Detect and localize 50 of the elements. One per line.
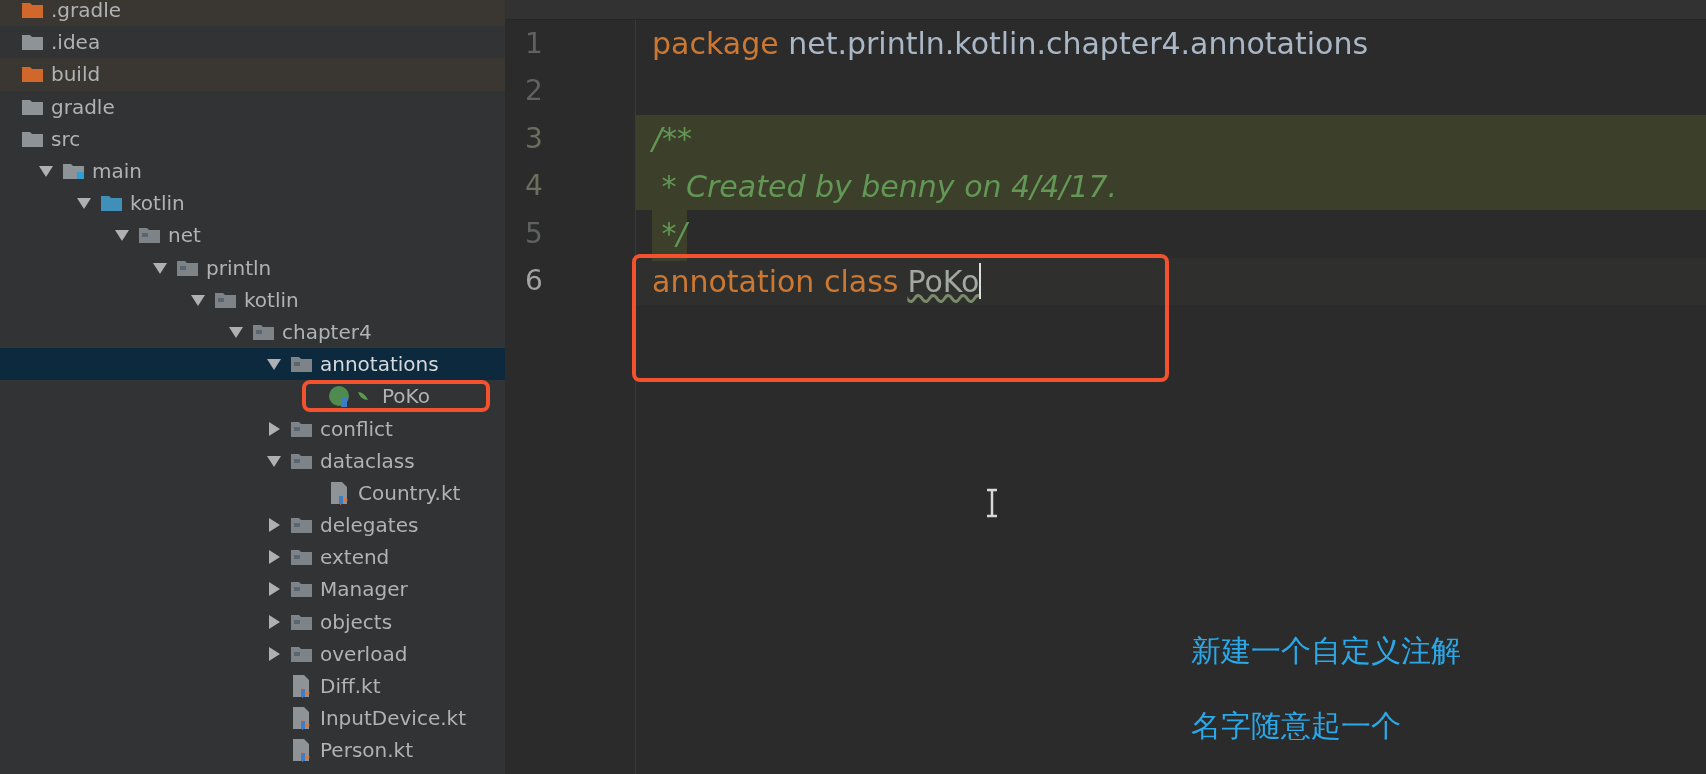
- code-text: net.println.kotlin.chapter4.annotations: [787, 25, 1369, 64]
- tree-item[interactable]: net: [0, 219, 505, 252]
- tree-item[interactable]: gradle: [0, 90, 505, 123]
- tree-item[interactable]: Country.kt: [0, 476, 505, 509]
- tree-item[interactable]: extend: [0, 541, 505, 574]
- folder-icon: [62, 161, 86, 182]
- tree-item[interactable]: Person.kt: [0, 734, 505, 767]
- folder-icon: [21, 32, 45, 53]
- text-caret: [979, 263, 982, 300]
- caption-text: 名字随意起一个: [1191, 707, 1401, 745]
- tree-item[interactable]: chapter4: [0, 315, 505, 349]
- tree-item[interactable]: kotlin: [0, 283, 505, 316]
- caption-text: 新建一个自定义注解: [1191, 632, 1461, 670]
- folder-icon: [290, 515, 314, 536]
- text-cursor-icon: [985, 488, 999, 518]
- tree-item[interactable]: main: [0, 154, 505, 188]
- code-keyword: package: [652, 25, 779, 64]
- folder-icon: [100, 193, 124, 214]
- tree-item[interactable]: overload: [0, 637, 505, 670]
- tree-item[interactable]: conflict: [0, 412, 505, 445]
- tree-item[interactable]: .gradle: [0, 0, 505, 27]
- folder-icon: [21, 64, 45, 85]
- tree-item[interactable]: Diff.kt: [0, 669, 505, 703]
- tree-item[interactable]: dataclass: [0, 444, 505, 477]
- tree-item[interactable]: InputDevice.kt: [0, 702, 505, 735]
- tree-item[interactable]: Manager: [0, 573, 505, 606]
- folder-icon: [138, 225, 162, 246]
- tree-item[interactable]: kotlin: [0, 187, 505, 220]
- line-number: 1: [525, 25, 543, 62]
- folder-icon: [290, 579, 314, 600]
- line-number: 5: [525, 215, 543, 252]
- tree-item[interactable]: build: [0, 58, 505, 91]
- tree-item[interactable]: println: [0, 251, 505, 284]
- tree-item[interactable]: annotations: [0, 348, 505, 381]
- tree-item[interactable]: PoKo: [0, 380, 505, 413]
- folder-icon: [290, 547, 314, 568]
- code-comment: /**: [652, 120, 693, 159]
- code-comment: * Created by benny on 4/4/17.: [660, 167, 1118, 206]
- line-number: 6: [525, 263, 543, 300]
- code-text: PoKo: [907, 262, 980, 301]
- code-keyword: annotation class: [652, 262, 899, 301]
- folder-icon: [290, 354, 314, 375]
- tree-item[interactable]: .idea: [0, 26, 505, 59]
- tree-item[interactable]: src: [0, 122, 505, 155]
- folder-icon: [21, 0, 45, 21]
- tree-item[interactable]: delegates: [0, 509, 505, 542]
- line-number: 4: [525, 168, 543, 205]
- line-number: 3: [525, 120, 543, 157]
- tree-item[interactable]: objects: [0, 605, 505, 638]
- line-number: 2: [525, 73, 543, 110]
